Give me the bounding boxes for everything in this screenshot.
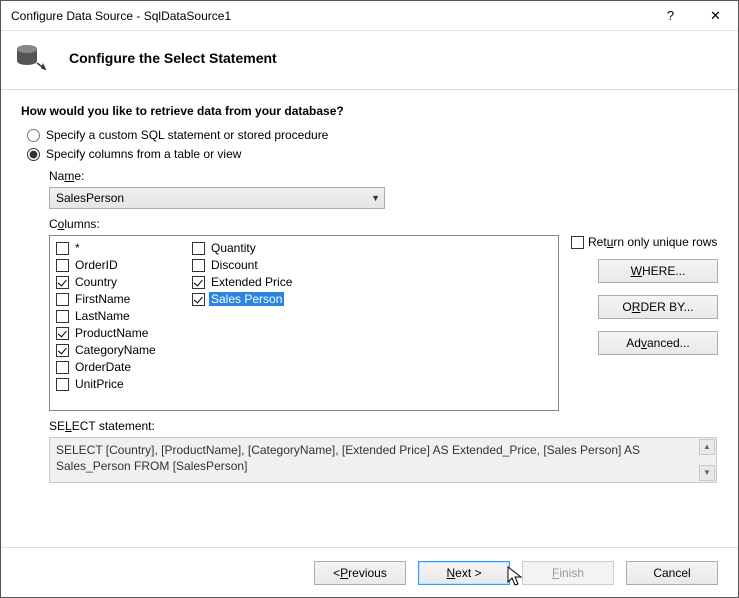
checkbox-icon[interactable] bbox=[192, 242, 205, 255]
database-icon bbox=[15, 41, 49, 75]
help-button[interactable]: ? bbox=[648, 1, 693, 31]
radio-table-view-input[interactable] bbox=[27, 148, 40, 161]
unique-rows-chk[interactable] bbox=[571, 236, 584, 249]
checkbox-icon[interactable] bbox=[56, 276, 69, 289]
checkbox-icon[interactable] bbox=[56, 344, 69, 357]
where-button[interactable]: WHERE... bbox=[598, 259, 718, 283]
column-label: UnitPrice bbox=[73, 377, 126, 391]
scroll-up-icon[interactable]: ▲ bbox=[699, 439, 715, 455]
select-stmt-text: SELECT [Country], [ProductName], [Catego… bbox=[56, 443, 640, 473]
column-label: Extended Price bbox=[209, 275, 294, 289]
column-label: CategoryName bbox=[73, 343, 158, 357]
checkbox-icon[interactable] bbox=[192, 276, 205, 289]
footer: < Previous Next > Finish Cancel bbox=[1, 547, 738, 597]
column-label: Quantity bbox=[209, 241, 258, 255]
column-label: FirstName bbox=[73, 292, 132, 306]
chevron-down-icon: ▼ bbox=[371, 193, 380, 203]
column-label: OrderID bbox=[73, 258, 120, 272]
name-combobox[interactable]: SalesPerson ▼ bbox=[49, 187, 385, 209]
column-label: Country bbox=[73, 275, 119, 289]
column-checkbox-extended-price[interactable]: Extended Price bbox=[192, 274, 328, 290]
checkbox-icon[interactable] bbox=[56, 310, 69, 323]
cancel-button[interactable]: Cancel bbox=[626, 561, 718, 585]
column-checkbox-quantity[interactable]: Quantity bbox=[192, 240, 328, 256]
window-title: Configure Data Source - SqlDataSource1 bbox=[11, 9, 648, 23]
checkbox-icon[interactable] bbox=[56, 361, 69, 374]
close-icon: ✕ bbox=[710, 8, 721, 24]
column-checkbox-country[interactable]: Country bbox=[56, 274, 192, 290]
orderby-button[interactable]: ORDER BY... bbox=[598, 295, 718, 319]
finish-button: Finish bbox=[522, 561, 614, 585]
titlebar: Configure Data Source - SqlDataSource1 ?… bbox=[1, 1, 738, 31]
checkbox-icon[interactable] bbox=[56, 293, 69, 306]
columns-listbox[interactable]: * OrderID Country FirstName LastName ProductN… bbox=[49, 235, 559, 411]
checkbox-icon[interactable] bbox=[56, 242, 69, 255]
column-label: Sales Person bbox=[209, 292, 284, 306]
columns-label: Columns: bbox=[49, 217, 718, 231]
radio-table-view[interactable]: Specify columns from a table or view bbox=[27, 147, 718, 161]
checkbox-icon[interactable] bbox=[56, 259, 69, 272]
column-label: ProductName bbox=[73, 326, 150, 340]
column-label: * bbox=[73, 241, 82, 255]
help-icon: ? bbox=[667, 8, 674, 23]
column-checkbox-sales-person[interactable]: Sales Person bbox=[192, 291, 328, 307]
column-checkbox-categoryname[interactable]: CategoryName bbox=[56, 342, 192, 358]
advanced-button[interactable]: Advanced... bbox=[598, 331, 718, 355]
wizard-title: Configure the Select Statement bbox=[69, 50, 277, 66]
column-checkbox-productname[interactable]: ProductName bbox=[56, 325, 192, 341]
radio-custom-sql-input[interactable] bbox=[27, 129, 40, 142]
checkbox-icon[interactable] bbox=[56, 378, 69, 391]
column-checkbox-unitprice[interactable]: UnitPrice bbox=[56, 376, 192, 392]
next-button[interactable]: Next > bbox=[418, 561, 510, 585]
close-button[interactable]: ✕ bbox=[693, 1, 738, 31]
column-checkbox-orderid[interactable]: OrderID bbox=[56, 257, 192, 273]
radio-table-view-label: Specify columns from a table or view bbox=[46, 147, 241, 161]
checkbox-icon[interactable] bbox=[56, 327, 69, 340]
select-stmt-label: SELECT statement: bbox=[49, 419, 718, 433]
column-label: LastName bbox=[73, 309, 132, 323]
previous-button[interactable]: < Previous bbox=[314, 561, 406, 585]
name-label: Name: bbox=[49, 169, 718, 183]
unique-rows-label: Return only unique rows bbox=[588, 235, 717, 249]
column-checkbox-firstname[interactable]: FirstName bbox=[56, 291, 192, 307]
divider bbox=[1, 89, 738, 90]
column-checkbox-lastname[interactable]: LastName bbox=[56, 308, 192, 324]
wizard-header: Configure the Select Statement bbox=[1, 31, 738, 89]
column-label: OrderDate bbox=[73, 360, 133, 374]
column-checkbox-orderdate[interactable]: OrderDate bbox=[56, 359, 192, 375]
unique-rows-checkbox[interactable]: Return only unique rows bbox=[571, 235, 718, 249]
column-checkbox-*[interactable]: * bbox=[56, 240, 192, 256]
name-value: SalesPerson bbox=[56, 191, 124, 205]
checkbox-icon[interactable] bbox=[192, 293, 205, 306]
checkbox-icon[interactable] bbox=[192, 259, 205, 272]
scroll-down-icon[interactable]: ▼ bbox=[699, 465, 715, 481]
select-stmt-box: SELECT [Country], [ProductName], [Catego… bbox=[49, 437, 717, 483]
column-checkbox-discount[interactable]: Discount bbox=[192, 257, 328, 273]
column-label: Discount bbox=[209, 258, 260, 272]
radio-custom-sql[interactable]: Specify a custom SQL statement or stored… bbox=[27, 128, 718, 142]
question-text: How would you like to retrieve data from… bbox=[21, 104, 718, 118]
radio-custom-sql-label: Specify a custom SQL statement or stored… bbox=[46, 128, 328, 142]
